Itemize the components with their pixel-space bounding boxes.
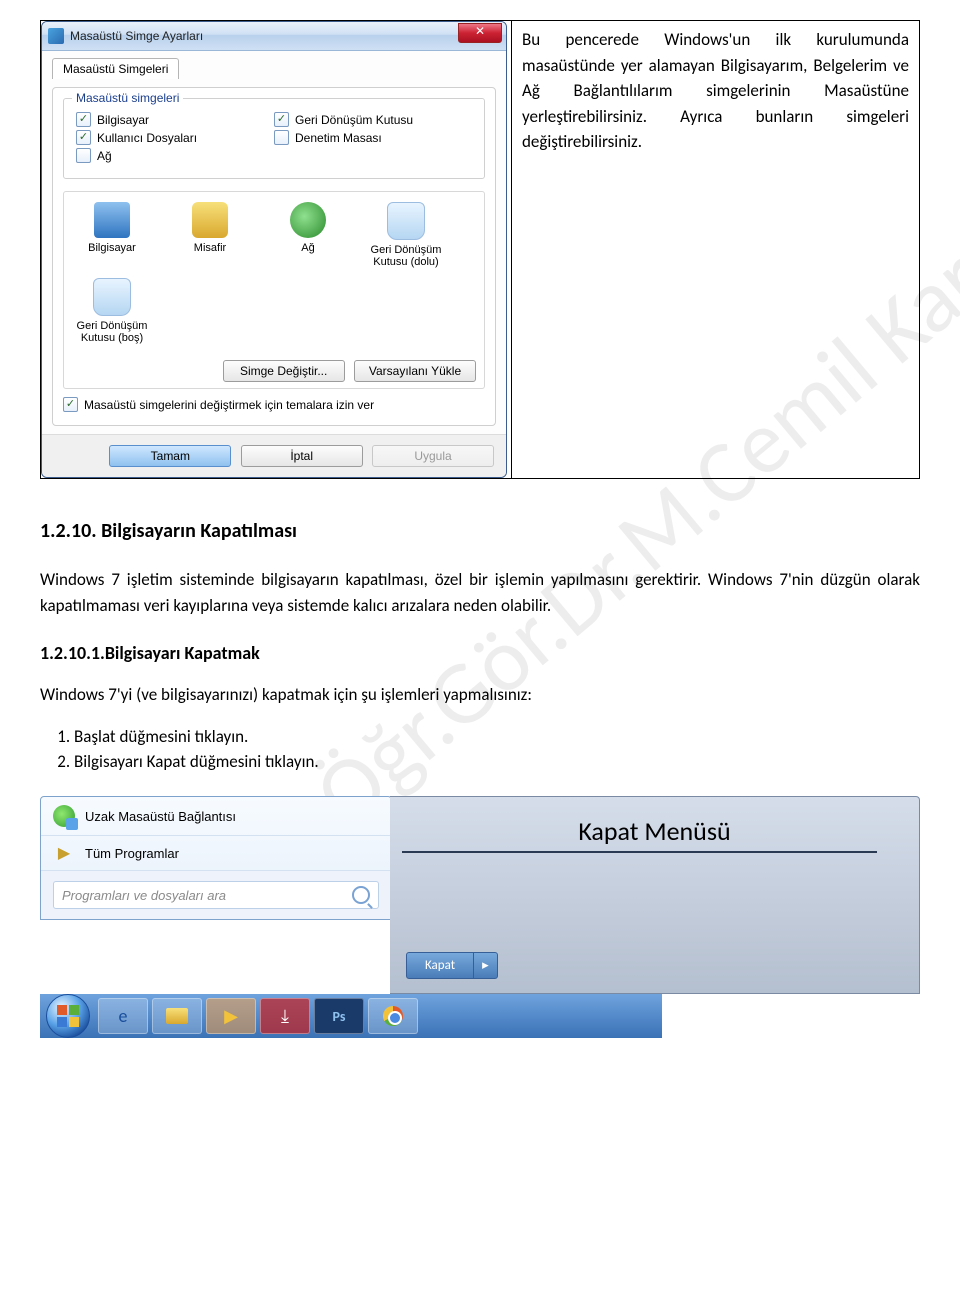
taskbar-ie-icon[interactable]: e: [98, 998, 148, 1034]
change-icon-button[interactable]: Simge Değiştir...: [223, 360, 345, 382]
taskbar-explorer-icon[interactable]: [152, 998, 202, 1034]
checkbox-label: Kullanıcı Dosyaları: [97, 131, 197, 145]
paragraph-shutdown-intro: Windows 7 işletim sisteminde bilgisayarı…: [40, 567, 920, 620]
shutdown-panel-title: Kapat Menüsü: [402, 815, 907, 847]
start-menu-all-programs[interactable]: ▶ Tüm Programlar: [41, 835, 391, 870]
restore-default-button[interactable]: Varsayılanı Yükle: [354, 360, 476, 382]
desktop-icon-settings-dialog: Masaüstü Simge Ayarları ✕ Masaüstü Simge…: [41, 21, 507, 478]
recycle-bin-empty-icon: [93, 278, 131, 316]
menu-item-label: Uzak Masaüstü Bağlantısı: [85, 809, 236, 824]
icon-item-geri-bos[interactable]: Geri Dönüşüm Kutusu (boş): [72, 278, 152, 344]
icon-label: Geri Dönüşüm Kutusu (dolu): [371, 244, 442, 268]
taskbar: e ▶ ⤓ Ps: [40, 994, 662, 1038]
checkbox-ag[interactable]: Ağ: [76, 148, 274, 163]
computer-icon: [94, 202, 130, 238]
checkbox-label: Denetim Masası: [295, 131, 382, 145]
user-folder-icon: [192, 202, 228, 238]
icon-item-ag[interactable]: Ağ: [268, 202, 348, 268]
heading-1-2-10: 1.2.10. Bilgisayarın Kapatılması: [40, 519, 920, 543]
checkbox-geri-donusum[interactable]: ✓Geri Dönüşüm Kutusu: [274, 112, 472, 127]
apply-button[interactable]: Uygula: [372, 445, 494, 467]
icon-item-misafir[interactable]: Misafir: [170, 202, 250, 268]
step-2: Bilgisayarı Kapat düğmesini tıklayın.: [74, 751, 920, 772]
start-menu-figure: Uzak Masaüstü Bağlantısı ▶ Tüm Programla…: [40, 796, 920, 1038]
start-menu-search-input[interactable]: Programları ve dosyaları ara: [53, 881, 379, 909]
top-layout-table: Masaüstü Simge Ayarları ✕ Masaüstü Simge…: [40, 20, 920, 479]
menu-item-label: Tüm Programlar: [85, 846, 179, 861]
dialog-titlebar: Masaüstü Simge Ayarları ✕: [42, 22, 506, 51]
start-menu-item-rdp[interactable]: Uzak Masaüstü Bağlantısı: [41, 797, 391, 835]
checkbox-allow-themes[interactable]: ✓Masaüstü simgelerini değiştirmek için t…: [63, 397, 485, 412]
checkbox-bilgisayar[interactable]: ✓Bilgisayar: [76, 112, 274, 127]
arrow-right-icon: ▶: [53, 844, 75, 862]
remote-desktop-icon: [53, 805, 75, 827]
checkbox-label: Bilgisayar: [97, 113, 149, 127]
shutdown-panel: Kapat Menüsü Kapat ▸: [390, 796, 920, 994]
dialog-title: Masaüstü Simge Ayarları: [70, 29, 458, 43]
checkbox-denetim-masasi[interactable]: Denetim Masası: [274, 130, 472, 145]
checkbox-kullanici-dosyalari[interactable]: ✓Kullanıcı Dosyaları: [76, 130, 274, 145]
checkbox-label: Masaüstü simgelerini değiştirmek için te…: [84, 398, 374, 412]
start-orb-button[interactable]: [46, 994, 90, 1038]
search-placeholder: Programları ve dosyaları ara: [62, 888, 226, 903]
icon-label: Ağ: [301, 242, 314, 254]
icon-item-geri-dolu[interactable]: Geri Dönüşüm Kutusu (dolu): [366, 202, 446, 268]
icon-item-bilgisayar[interactable]: Bilgisayar: [72, 202, 152, 268]
group-title: Masaüstü simgeleri: [72, 91, 183, 105]
icon-preview-list: Bilgisayar Misafir Ağ Geri Dönüşüm Kutus…: [63, 191, 485, 389]
title-underline: [402, 851, 877, 853]
dialog-app-icon: [48, 28, 64, 44]
cancel-button[interactable]: İptal: [241, 445, 363, 467]
taskbar-chrome-icon[interactable]: [368, 998, 418, 1034]
icon-label: Bilgisayar: [88, 242, 136, 254]
network-icon: [290, 202, 326, 238]
step-1: Başlat düğmesini tıklayın.: [74, 726, 920, 747]
paragraph-shutdown-steps-intro: Windows 7'yi (ve bilgisayarınızı) kapatm…: [40, 682, 920, 708]
heading-1-2-10-1: 1.2.10.1.Bilgisayarı Kapatmak: [40, 642, 920, 664]
icon-label: Geri Dönüşüm Kutusu (boş): [77, 320, 148, 344]
search-icon: [352, 886, 370, 904]
recycle-bin-full-icon: [387, 202, 425, 240]
close-icon[interactable]: ✕: [458, 23, 502, 43]
taskbar-mediaplayer-icon[interactable]: ▶: [206, 998, 256, 1034]
chevron-right-icon[interactable]: ▸: [473, 953, 497, 978]
taskbar-photoshop-icon[interactable]: Ps: [314, 998, 364, 1034]
icon-label: Misafir: [194, 242, 226, 254]
shutdown-button[interactable]: Kapat ▸: [406, 952, 498, 979]
checkbox-label: Ağ: [97, 149, 112, 163]
tab-desktop-icons[interactable]: Masaüstü Simgeleri: [52, 58, 179, 79]
shutdown-button-label: Kapat: [407, 953, 473, 978]
taskbar-adobe-reader-icon[interactable]: ⤓: [260, 998, 310, 1034]
steps-list: Başlat düğmesini tıklayın. Bilgisayarı K…: [74, 726, 920, 772]
group-desktop-icons: Masaüstü simgeleri ✓Bilgisayar ✓Kullanıc…: [63, 98, 485, 179]
ok-button[interactable]: Tamam: [109, 445, 231, 467]
checkbox-label: Geri Dönüşüm Kutusu: [295, 113, 413, 127]
explanation-text: Bu pencerede Windows'un ilk kurulumunda …: [512, 21, 919, 478]
